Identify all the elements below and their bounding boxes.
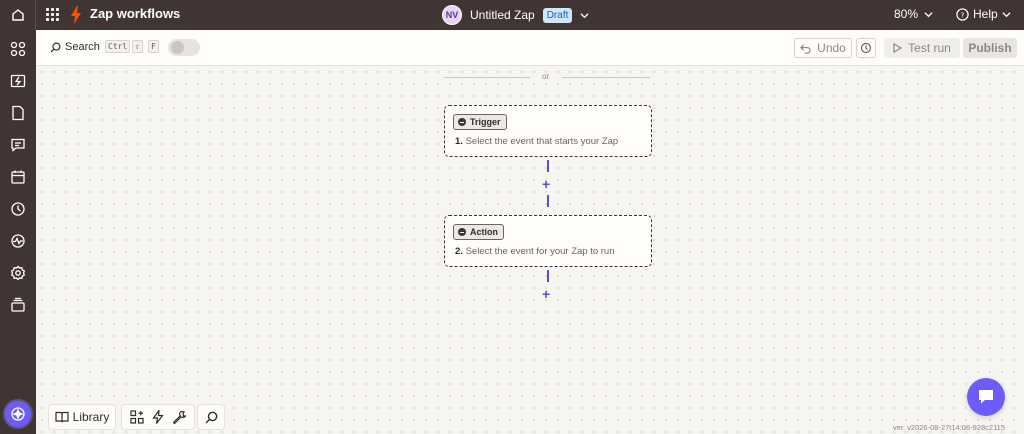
zap-canvas[interactable]: or Trigger 1. Select the event that star… — [36, 66, 1024, 434]
trigger-description: 1. Select the event that starts your Zap — [455, 136, 618, 147]
compass-icon — [11, 407, 25, 421]
zaps-icon[interactable] — [10, 73, 26, 89]
action-description: 2. Select the event for your Zap to run — [455, 246, 615, 257]
add-step-icon[interactable]: + — [542, 177, 550, 191]
publish-toggle[interactable] — [168, 39, 200, 56]
apps-grid-icon[interactable] — [44, 6, 60, 22]
history-icon[interactable] — [10, 201, 26, 217]
home-button[interactable] — [0, 0, 36, 30]
test-run-button[interactable]: Test run — [884, 38, 960, 58]
action-step-card[interactable]: Action 2. Select the event for your Zap … — [444, 215, 652, 267]
publish-button[interactable]: Publish — [963, 38, 1017, 58]
step-type-icon — [458, 118, 466, 126]
or-separator: or — [542, 72, 550, 81]
help-label: Help — [973, 7, 998, 21]
undo-button[interactable]: Undo — [794, 38, 852, 58]
tables-icon[interactable] — [10, 105, 26, 121]
trigger-tag-label: Trigger — [470, 117, 501, 127]
undo-label: Undo — [817, 41, 846, 55]
test-run-label: Test run — [908, 41, 951, 55]
home-icon — [11, 9, 24, 21]
undo-icon — [800, 43, 811, 54]
chevron-down-icon[interactable] — [580, 11, 589, 20]
trigger-tag: Trigger — [453, 114, 507, 130]
activity-icon[interactable] — [10, 233, 26, 249]
shortcut-key-ctrl: Ctrl — [105, 40, 131, 53]
search-icon — [50, 42, 61, 53]
editor-toolbar: Search Ctrl ⇧ F Undo Test run Publish — [36, 30, 1024, 66]
interfaces-icon[interactable] — [10, 137, 26, 153]
apps-icon[interactable] — [10, 41, 26, 57]
play-icon — [893, 43, 903, 53]
step-number: 1. — [455, 136, 463, 147]
library-button[interactable]: Library — [48, 404, 116, 430]
archive-icon[interactable] — [10, 297, 26, 313]
copilot-button[interactable] — [5, 401, 31, 427]
zoom-level: 80% — [894, 7, 919, 21]
canvas-search-button[interactable] — [197, 404, 225, 430]
zoom-dropdown[interactable]: 80% — [894, 7, 933, 21]
version-history-button[interactable] — [856, 38, 876, 58]
zap-bolt-icon[interactable] — [152, 410, 164, 424]
top-bar: Zap workflows NV Untitled Zap Draft 80% … — [0, 0, 1024, 30]
history-icon — [860, 42, 872, 54]
shortcut-key-f: F — [148, 40, 159, 53]
zap-logo-icon — [71, 6, 81, 24]
svg-text:?: ? — [961, 10, 965, 19]
canvas-icon[interactable] — [10, 169, 26, 185]
book-icon — [55, 411, 69, 423]
divider — [562, 77, 650, 78]
step-type-icon — [458, 228, 466, 236]
chevron-down-icon — [924, 11, 933, 17]
connector-line — [547, 195, 549, 207]
shortcut-key-shift: ⇧ — [132, 40, 143, 53]
status-badge: Draft — [542, 7, 573, 23]
canvas-tools — [121, 404, 195, 430]
step-description: Select the event that starts your Zap — [465, 136, 619, 147]
settings-icon[interactable] — [10, 265, 26, 281]
wrench-icon[interactable] — [172, 410, 186, 424]
add-step-icon[interactable]: + — [542, 287, 550, 301]
trigger-step-card[interactable]: Trigger 1. Select the event that starts … — [444, 105, 652, 157]
chat-icon — [979, 390, 993, 404]
action-tag-label: Action — [470, 227, 498, 237]
avatar[interactable]: NV — [442, 5, 462, 25]
connector-line — [547, 270, 549, 282]
zap-name[interactable]: Untitled Zap — [470, 8, 535, 22]
help-icon: ? — [956, 7, 969, 21]
zap-title-group[interactable]: NV Untitled Zap Draft — [442, 3, 589, 27]
library-label: Library — [72, 410, 110, 424]
search-button[interactable]: Search — [50, 41, 100, 53]
divider — [444, 77, 530, 78]
add-app-icon[interactable] — [130, 410, 144, 424]
search-icon — [205, 411, 217, 423]
chevron-down-icon — [1002, 11, 1011, 17]
connector-line — [547, 160, 549, 172]
chat-button[interactable] — [967, 378, 1005, 416]
left-sidebar — [0, 30, 36, 434]
action-tag: Action — [453, 224, 504, 240]
version-text: ver. v2026-08-27t14:06-928c2115 — [893, 423, 1006, 432]
step-description: Select the event for your Zap to run — [465, 246, 615, 257]
app-title[interactable]: Zap workflows — [90, 6, 180, 21]
step-number: 2. — [455, 246, 463, 257]
search-label: Search — [65, 41, 100, 53]
help-dropdown[interactable]: ? Help — [956, 7, 1011, 21]
